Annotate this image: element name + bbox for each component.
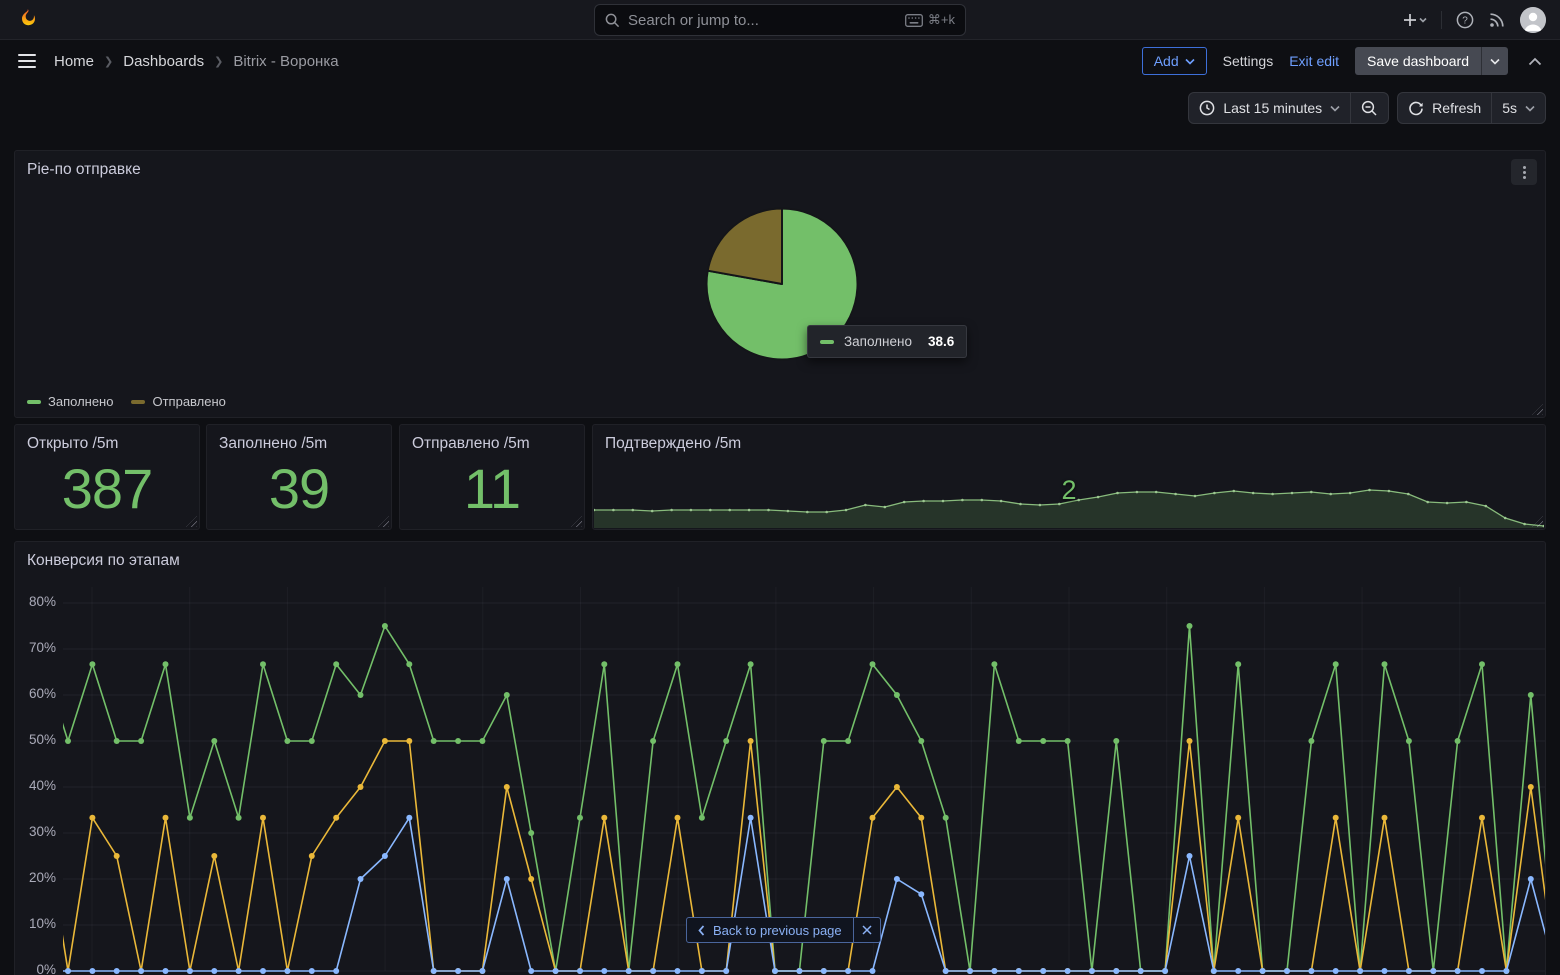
y-axis-tick: 0%: [36, 962, 56, 975]
collapse-chevron-up-icon[interactable]: [1524, 53, 1546, 70]
help-icon[interactable]: ?: [1456, 11, 1474, 29]
legend-item[interactable]: Отправлено: [131, 394, 226, 409]
panel-menu-kebab-icon[interactable]: [1511, 159, 1537, 185]
breadcrumb-toolbar-row: Home ❯ Dashboards ❯ Bitrix - Воронка Add…: [0, 40, 1560, 82]
chevron-down-icon: [1525, 105, 1535, 112]
breadcrumb: Home ❯ Dashboards ❯ Bitrix - Воронка: [54, 53, 339, 70]
time-range-label: Last 15 minutes: [1223, 100, 1323, 116]
tooltip-series-swatch: [820, 339, 834, 344]
panel-stat-filled: Заполнено /5m 39: [206, 424, 392, 530]
panel-title: Конверсия по этапам: [27, 552, 180, 569]
y-axis-tick: 60%: [28, 686, 56, 701]
keyboard-icon: [904, 13, 923, 27]
settings-button[interactable]: Settings: [1223, 53, 1274, 69]
pie-chart[interactable]: [15, 151, 1546, 418]
tooltip-series-value: 38.6: [928, 334, 955, 349]
pie-legend: Заполнено Отправлено: [27, 394, 226, 409]
refresh-interval-label: 5s: [1502, 100, 1517, 116]
stat-value: 2: [1061, 475, 1077, 505]
panel-stat-confirmed: Подтверждено /5m 2: [592, 424, 1546, 530]
stat-title: Отправлено /5m: [412, 435, 530, 452]
exit-edit-button[interactable]: Exit edit: [1289, 53, 1339, 69]
search-input[interactable]: Search or jump to... ⌘+k: [594, 4, 966, 36]
y-axis-tick: 20%: [28, 870, 56, 885]
legend-label: Заполнено: [48, 394, 114, 409]
refresh-button[interactable]: Refresh: [1398, 93, 1491, 123]
y-axis-tick: 30%: [28, 824, 56, 839]
time-range-picker[interactable]: Last 15 minutes: [1189, 93, 1350, 123]
topbar-divider: [1441, 10, 1442, 29]
shortcut-label: ⌘+k: [927, 12, 955, 27]
menu-toggle-icon[interactable]: [14, 50, 40, 72]
grafana-app: Search or jump to... ⌘+k ? Home ❯ Dashbo…: [0, 0, 1560, 975]
save-dashboard-label: Save dashboard: [1367, 53, 1469, 69]
grafana-flame-icon: [22, 8, 36, 25]
panel-stat-opened: Открыто /5m 387: [14, 424, 200, 530]
toast-close-icon[interactable]: [852, 918, 880, 942]
stat-title: Заполнено /5m: [219, 435, 328, 452]
stat-title: Открыто /5m: [27, 435, 119, 452]
y-axis-tick: 10%: [28, 916, 56, 931]
chevron-down-icon: [1185, 58, 1195, 65]
add-new-button[interactable]: [1403, 12, 1427, 28]
panel-title: Pie-по отправке: [27, 161, 141, 178]
breadcrumb-home[interactable]: Home: [54, 53, 94, 70]
timeseries-chart[interactable]: [15, 562, 1546, 975]
time-controls-row: Last 15 minutes Refresh 5s: [0, 82, 1560, 134]
search-placeholder: Search or jump to...: [628, 11, 759, 29]
avatar[interactable]: [1520, 6, 1546, 33]
y-axis-labels: 80% 70% 60% 50% 40% 30% 20% 10% 0%: [15, 562, 56, 975]
keyboard-shortcut: ⌘+k: [904, 12, 955, 28]
search-icon: [605, 13, 620, 27]
y-axis-tick: 80%: [28, 594, 56, 609]
chevron-right-icon: ❯: [214, 55, 224, 68]
panel-title: Подтверждено /5m: [605, 435, 742, 452]
top-actions: ?: [1403, 6, 1546, 33]
refresh-icon: [1409, 101, 1423, 116]
chevron-down-icon: [1330, 105, 1340, 112]
back-button[interactable]: Back to previous page: [687, 918, 853, 942]
toolbar-actions: Add Settings Exit edit Save dashboard: [1141, 47, 1546, 75]
legend-label: Отправлено: [152, 394, 226, 409]
chevron-right-icon: ❯: [104, 55, 114, 68]
panel-pie: Pie-по отправке Заполнено 38.6 Заполнено…: [14, 150, 1546, 418]
grafana-logo[interactable]: [14, 7, 40, 33]
save-dashboard-button[interactable]: Save dashboard: [1355, 47, 1508, 75]
legend-swatch: [27, 399, 41, 404]
zoom-out-button[interactable]: [1350, 93, 1388, 123]
stat-value: 11: [463, 456, 521, 520]
add-button-label: Add: [1153, 53, 1179, 69]
panel-stat-sent: Отправлено /5m 11: [399, 424, 585, 530]
refresh-group: Refresh 5s: [1397, 92, 1546, 124]
news-icon[interactable]: [1488, 11, 1506, 29]
svg-text:?: ?: [1462, 15, 1468, 26]
back-to-previous-toast: Back to previous page: [686, 917, 881, 943]
back-button-label: Back to previous page: [713, 922, 842, 938]
clock-icon: [1199, 100, 1215, 116]
y-axis-tick: 50%: [28, 732, 56, 747]
y-axis-tick: 70%: [28, 640, 56, 655]
save-dashboard-dropdown[interactable]: [1481, 47, 1508, 75]
breadcrumb-current: Bitrix - Воронка: [233, 52, 339, 70]
top-navbar: Search or jump to... ⌘+k ?: [0, 0, 1560, 40]
chevron-left-icon: [698, 924, 705, 936]
breadcrumb-dashboards[interactable]: Dashboards: [123, 53, 204, 70]
legend-swatch: [131, 399, 146, 404]
add-button[interactable]: Add: [1141, 47, 1207, 75]
time-range-group: Last 15 minutes: [1188, 92, 1390, 124]
stat-value: 39: [268, 456, 330, 520]
chevron-down-icon: [1490, 58, 1500, 65]
refresh-interval-picker[interactable]: 5s: [1491, 93, 1545, 123]
pie-tooltip: Заполнено 38.6: [807, 325, 968, 358]
zoom-out-icon: [1362, 100, 1377, 116]
legend-item[interactable]: Заполнено: [27, 394, 113, 409]
tooltip-series-label: Заполнено: [844, 334, 912, 349]
refresh-label: Refresh: [1432, 100, 1482, 116]
stat-value: 387: [61, 456, 153, 520]
y-axis-tick: 40%: [28, 778, 56, 793]
panel-conversion-timeseries: Конверсия по этапам 80% 70% 60% 50% 40% 30% 20…: [14, 541, 1546, 975]
